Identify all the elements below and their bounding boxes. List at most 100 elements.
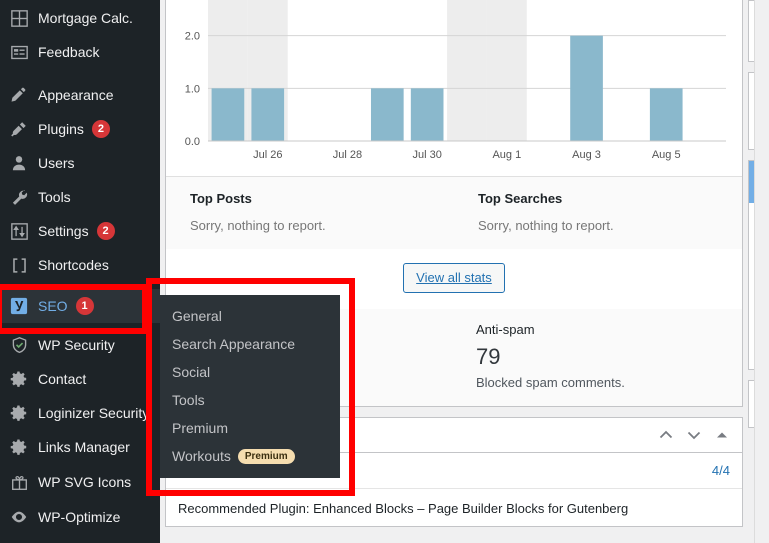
shield-check-icon: [8, 335, 30, 355]
y-tick-label: 0.0: [185, 136, 200, 148]
top-searches-column: Top Searches Sorry, nothing to report.: [454, 177, 742, 249]
chart-bar: [212, 88, 245, 141]
submenu-item-general[interactable]: General: [160, 302, 340, 330]
chart-bar: [570, 36, 603, 141]
sidebar-item-shortcodes[interactable]: Shortcodes: [0, 248, 160, 282]
sidebar-item-seo[interactable]: SEO 1: [0, 289, 160, 323]
seo-submenu-flyout[interactable]: General Search Appearance Social Tools Premi…: [160, 295, 340, 478]
sidebar-item-plugins[interactable]: Plugins2: [0, 112, 160, 146]
stats-columns: Top Posts Sorry, nothing to report. Top …: [166, 177, 742, 249]
sidebar-item-users[interactable]: Users: [0, 146, 160, 180]
sidebar-item-label: Tools: [38, 189, 71, 205]
x-tick-label: Jul 28: [333, 149, 362, 161]
weekend-shade: [447, 0, 487, 141]
chevron-up-icon[interactable]: [658, 427, 674, 443]
sliders-icon: [8, 221, 30, 241]
top-searches-title: Top Searches: [478, 191, 718, 206]
sidebar-item-label: Shortcodes: [38, 257, 109, 273]
gear-icon: [8, 369, 30, 389]
gift-icon: [8, 472, 30, 492]
sidebar-item-links-manager[interactable]: Links Manager: [0, 430, 160, 464]
sidebar-item-label: Loginizer Security: [38, 405, 149, 421]
submenu-item-tools[interactable]: Tools: [160, 386, 340, 414]
sidebar-item-label: Appearance: [38, 87, 114, 103]
screenshot-root: Mortgage Calc.FeedbackAppearancePlugins2…: [0, 0, 769, 543]
submenu-item-label: Social: [172, 364, 210, 380]
stats-chart: 0.01.02.03.0Jul 26Jul 28Jul 30Aug 1Aug 3…: [166, 0, 742, 177]
sidebar-item-tools[interactable]: Tools: [0, 180, 160, 214]
yoast-seo-icon: [8, 296, 30, 316]
antispam-title: Anti-spam: [476, 322, 720, 337]
sidebar-item-label: Mortgage Calc.: [38, 10, 133, 26]
submenu-item-label: Tools: [172, 392, 205, 408]
submenu-item-premium[interactable]: Premium: [160, 414, 340, 442]
sidebar-item-wp-security[interactable]: WP Security: [0, 328, 160, 362]
recommended-plugin-row: Recommended Plugin: Enhanced Blocks – Pa…: [166, 489, 742, 526]
top-posts-column: Top Posts Sorry, nothing to report.: [166, 177, 454, 249]
submenu-item-search-appearance[interactable]: Search Appearance: [160, 330, 340, 358]
sidebar-item-label: Plugins: [38, 121, 84, 137]
x-tick-label: Aug 5: [652, 149, 681, 161]
x-tick-label: Jul 30: [412, 149, 441, 161]
chart-bar: [411, 88, 444, 141]
x-tick-label: Aug 3: [572, 149, 601, 161]
sidebar-item-label: WP-Optimize: [38, 509, 120, 525]
wrench-icon: [8, 187, 30, 207]
sidebar-item-settings[interactable]: Settings 2: [0, 214, 160, 248]
sidebar-item-badge: 1: [76, 297, 94, 315]
antispam-count: 79: [476, 343, 720, 371]
admin-sidebar: Mortgage Calc.FeedbackAppearancePlugins2…: [0, 0, 160, 543]
plugin-plug-icon: [8, 119, 30, 139]
sidebar-item-contact[interactable]: Contact: [0, 362, 160, 396]
eye-icon: [8, 507, 30, 527]
x-tick-label: Aug 1: [492, 149, 521, 161]
sidebar-item-label: Contact: [38, 371, 86, 387]
paintbrush-icon: [8, 85, 30, 105]
view-all-stats-button[interactable]: View all stats: [403, 263, 505, 293]
sidebar-item-feedback[interactable]: Feedback: [0, 35, 160, 69]
window-scrollbar[interactable]: [754, 0, 769, 543]
user-icon: [8, 153, 30, 173]
weekend-shade: [487, 0, 527, 141]
subscribe-us-count: 4/4: [712, 463, 730, 478]
form-submissions-actions: [658, 427, 730, 443]
submenu-item-social[interactable]: Social: [160, 358, 340, 386]
top-posts-empty: Sorry, nothing to report.: [190, 218, 430, 233]
sidebar-item-label: Settings: [38, 223, 89, 239]
feedback-form-icon: [8, 42, 30, 62]
x-tick-label: Jul 26: [253, 149, 282, 161]
submenu-item-label: Workouts: [172, 448, 231, 464]
chevron-down-icon[interactable]: [686, 427, 702, 443]
collapse-toggle-icon[interactable]: [714, 427, 730, 443]
gear-icon: [8, 403, 30, 423]
premium-badge: Premium: [238, 449, 295, 464]
y-tick-label: 2.0: [185, 31, 200, 43]
brackets-icon: [8, 255, 30, 275]
chart-bar: [650, 88, 683, 141]
sidebar-item-label: Users: [38, 155, 75, 171]
y-tick-label: 1.0: [185, 83, 200, 95]
sidebar-item-appearance[interactable]: Appearance: [0, 78, 160, 112]
antispam-caption: Blocked spam comments.: [476, 375, 720, 390]
submenu-item-workouts[interactable]: Workouts Premium: [160, 442, 340, 470]
top-posts-title: Top Posts: [190, 191, 430, 206]
sidebar-item-label: WP Security: [38, 337, 115, 353]
sidebar-item-mortgage-calc[interactable]: Mortgage Calc.: [0, 1, 160, 35]
sidebar-item-loginizer-security[interactable]: Loginizer Security: [0, 396, 160, 430]
top-searches-empty: Sorry, nothing to report.: [478, 218, 718, 233]
sidebar-item-badge: 2: [97, 222, 115, 240]
sidebar-item-wp-optimize[interactable]: WP-Optimize: [0, 500, 160, 534]
sidebar-item-label: Feedback: [38, 44, 99, 60]
chart-bar: [251, 88, 284, 141]
sidebar-item-label: SEO: [38, 298, 68, 314]
submenu-item-label: Premium: [172, 420, 228, 436]
antispam-cell: Anti-spam 79 Blocked spam comments.: [454, 309, 742, 406]
sidebar-item-label: WP SVG Icons: [38, 474, 131, 490]
sidebar-item-wp-svg-icons[interactable]: WP SVG Icons: [0, 465, 160, 499]
stats-bar-chart-svg: 0.01.02.03.0Jul 26Jul 28Jul 30Aug 1Aug 3…: [166, 0, 742, 177]
submenu-item-label: General: [172, 308, 222, 324]
chart-bar: [371, 88, 404, 141]
sidebar-item-label: Links Manager: [38, 439, 130, 455]
calculator-icon: [8, 8, 30, 28]
gear-icon: [8, 437, 30, 457]
